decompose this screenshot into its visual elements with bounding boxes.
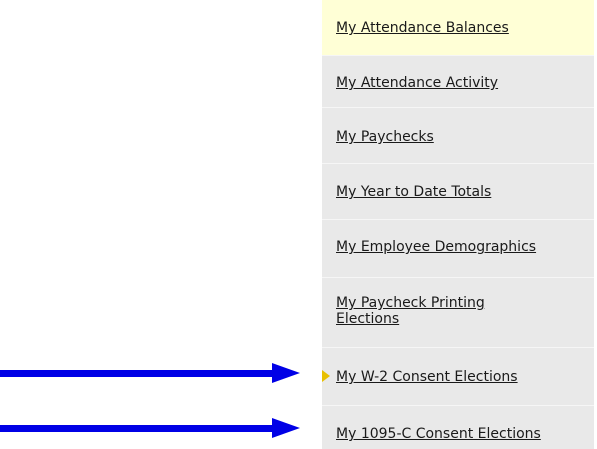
- menu-link-attendance-balances[interactable]: My Attendance Balances: [336, 20, 509, 37]
- menu-item-year-to-date-totals[interactable]: My Year to Date Totals: [322, 164, 594, 220]
- page: My Attendance Balances My Attendance Act…: [0, 0, 597, 449]
- menu-item-attendance-balances[interactable]: My Attendance Balances: [322, 0, 594, 56]
- menu-link-1095c-consent-elections[interactable]: My 1095-C Consent Elections: [336, 426, 541, 443]
- menu-link-paychecks[interactable]: My Paychecks: [336, 129, 434, 146]
- menu-item-paycheck-printing-elections[interactable]: My Paycheck Printing Elections: [322, 278, 594, 348]
- menu-item-attendance-activity[interactable]: My Attendance Activity: [322, 56, 594, 108]
- current-item-caret-icon: [322, 370, 330, 382]
- menu-item-w2-consent-elections[interactable]: My W-2 Consent Elections: [322, 348, 594, 406]
- menu-item-paychecks[interactable]: My Paychecks: [322, 108, 594, 164]
- menu-link-w2-consent-elections[interactable]: My W-2 Consent Elections: [336, 369, 518, 386]
- menu-item-employee-demographics[interactable]: My Employee Demographics: [322, 220, 594, 278]
- menu-item-1095c-consent-elections[interactable]: My 1095-C Consent Elections: [322, 406, 594, 449]
- menu-link-attendance-activity[interactable]: My Attendance Activity: [336, 75, 498, 92]
- arrow-icon-1095c: [0, 418, 300, 438]
- menu-link-employee-demographics[interactable]: My Employee Demographics: [336, 239, 536, 256]
- arrow-icon-w2: [0, 363, 300, 383]
- menu-link-paycheck-printing-elections[interactable]: My Paycheck Printing Elections: [336, 295, 536, 327]
- self-service-menu: My Attendance Balances My Attendance Act…: [322, 0, 594, 449]
- menu-link-year-to-date-totals[interactable]: My Year to Date Totals: [336, 184, 491, 201]
